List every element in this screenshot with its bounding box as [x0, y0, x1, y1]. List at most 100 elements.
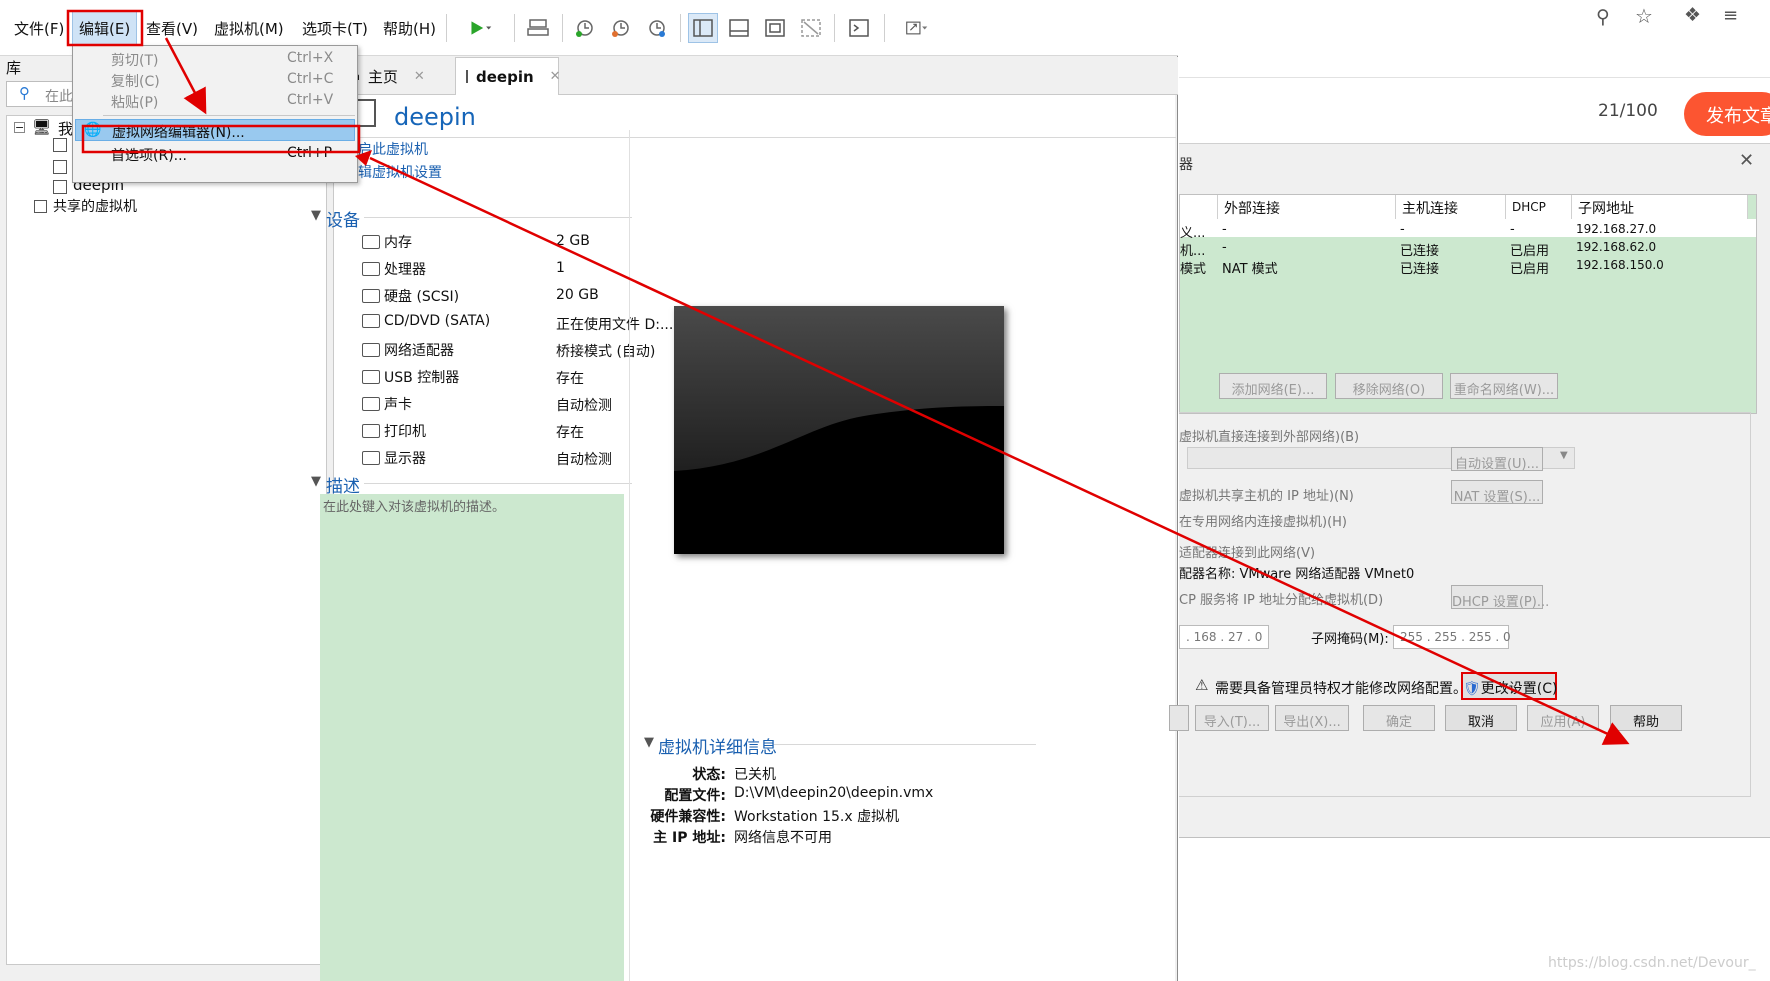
- send-keys-button[interactable]: [523, 13, 553, 43]
- device-name: 硬盘 (SCSI): [384, 289, 460, 305]
- fullscreen-button[interactable]: [760, 13, 790, 43]
- tree-shared-vms[interactable]: 共享的虚拟机: [53, 196, 137, 216]
- bookmark-star-icon[interactable]: ☆: [1635, 4, 1653, 28]
- add-network-button[interactable]: 添加网络(E)...: [1219, 373, 1327, 399]
- menu-item-copy[interactable]: 复制(C) Ctrl+C: [73, 69, 357, 91]
- menu-view[interactable]: 查看(V): [146, 18, 198, 39]
- divider: [334, 137, 1176, 138]
- table-row[interactable]: 义... - - -192.168.27.0: [1180, 221, 1756, 241]
- device-4[interactable]: 网络适配器: [362, 340, 454, 360]
- restore-defaults-button[interactable]: [1169, 705, 1189, 731]
- device-value: 桥接模式 (自动): [556, 344, 656, 360]
- show-library-button[interactable]: [688, 13, 718, 43]
- watermark: https://blog.csdn.net/Devour_: [1548, 955, 1756, 971]
- connect-adapter-checkbox-label[interactable]: 适配器连接到此网络(V): [1179, 542, 1315, 561]
- description-textarea[interactable]: 在此处键入对该虚拟机的描述。: [320, 494, 624, 981]
- device-name: CD/DVD (SATA): [384, 313, 491, 329]
- change-settings-button[interactable]: 🛡更改设置(C): [1461, 672, 1557, 700]
- table-row[interactable]: 模式 NAT 模式 已连接 已启用 192.168.150.0: [1180, 257, 1756, 277]
- hostonly-radio-label[interactable]: 在专用网络内连接虚拟机)(H): [1179, 511, 1347, 530]
- collapse-arrow-icon[interactable]: ▼: [644, 735, 654, 750]
- rename-network-button[interactable]: 重命名网络(W)...: [1450, 373, 1558, 399]
- remove-network-button[interactable]: 移除网络(O): [1335, 373, 1443, 399]
- extensions-icon[interactable]: ❖: [1684, 4, 1701, 26]
- menu-vm[interactable]: 虚拟机(M): [214, 18, 284, 39]
- bridged-radio-label[interactable]: 虚拟机直接连接到外部网络)(B): [1179, 426, 1359, 445]
- device-value: 正在使用文件 D:...: [556, 317, 674, 333]
- menu-item-preferences[interactable]: 首选项(R)... Ctrl+P: [73, 143, 357, 165]
- close-icon[interactable]: ✕: [1739, 150, 1754, 171]
- console-button[interactable]: [844, 13, 874, 43]
- tab-deepin[interactable]: deepin ✕: [455, 57, 561, 95]
- expand-toggle-icon[interactable]: −: [14, 122, 25, 133]
- subnet-mask-input[interactable]: 255 . 255 . 255 . 0: [1393, 625, 1511, 649]
- library-panel: 库 ⚲ 在此 − 🖥 我 deepin 共享的虚拟机: [0, 57, 332, 981]
- import-button[interactable]: 导入(T)...: [1195, 705, 1269, 731]
- menu-edit[interactable]: 编辑(E): [72, 11, 138, 46]
- change-settings-label: 更改设置(C): [1480, 681, 1558, 697]
- revert-snapshot-button[interactable]: [606, 13, 636, 43]
- nat-settings-button[interactable]: NAT 设置(S)...: [1451, 480, 1543, 505]
- auto-settings-button[interactable]: 自动设置(U)...: [1451, 447, 1543, 472]
- menu-file[interactable]: 文件(F): [14, 18, 64, 39]
- vm-preview-thumbnail[interactable]: [674, 306, 1004, 554]
- zoom-icon[interactable]: ⚲: [1596, 6, 1610, 28]
- menu-item-shortcut: Ctrl+X: [287, 50, 334, 66]
- editor-header-bar: 21/100 发布文章: [1179, 79, 1770, 143]
- vm-icon: [53, 180, 67, 194]
- device-3[interactable]: CD/DVD (SATA): [362, 313, 490, 329]
- menu-item-paste[interactable]: 粘贴(P) Ctrl+V: [73, 90, 357, 112]
- search-icon: ⚲: [19, 84, 30, 102]
- table-cell-host: -: [1400, 222, 1405, 237]
- device-1[interactable]: 处理器: [362, 259, 426, 279]
- stretch-button[interactable]: [894, 13, 940, 43]
- device-6[interactable]: 声卡: [362, 394, 412, 414]
- thumbnail-bar-button[interactable]: [724, 13, 754, 43]
- device-0[interactable]: 内存: [362, 232, 412, 252]
- menu-tabs[interactable]: 选项卡(T): [302, 18, 368, 39]
- table-cell-subnet: 192.168.27.0: [1576, 222, 1657, 236]
- toolbar-separator: [680, 14, 681, 42]
- cancel-button[interactable]: 取消: [1445, 705, 1517, 731]
- divider: [774, 744, 1036, 745]
- dhcp-settings-button[interactable]: DHCP 设置(P)...: [1451, 585, 1549, 610]
- edit-settings-link[interactable]: 编辑虚拟机设置: [344, 162, 442, 182]
- menu-item-cut[interactable]: 剪切(T) Ctrl+X: [73, 48, 357, 70]
- device-7[interactable]: 打印机: [362, 421, 426, 441]
- unity-button[interactable]: [796, 13, 826, 43]
- menu-item-shortcut: Ctrl+V: [287, 92, 334, 108]
- device-5[interactable]: USB 控制器: [362, 367, 459, 387]
- snapshot-manager-button[interactable]: [642, 13, 672, 43]
- description-placeholder: 在此处键入对该虚拟机的描述。: [323, 500, 506, 515]
- menu-help[interactable]: 帮助(H): [383, 18, 436, 39]
- ok-button[interactable]: 确定: [1363, 705, 1435, 731]
- stretch-icon: [906, 21, 928, 35]
- nat-radio-label[interactable]: 虚拟机共享主机的 IP 地址)(N): [1179, 485, 1354, 504]
- table-row[interactable]: 机... - 已连接 已启用 192.168.62.0: [1180, 239, 1756, 259]
- close-icon[interactable]: ✕: [414, 69, 425, 84]
- reading-list-icon[interactable]: ≡: [1723, 5, 1738, 26]
- subnet-ip-input[interactable]: . 168 . 27 . 0: [1179, 625, 1269, 649]
- play-button[interactable]: [458, 13, 504, 43]
- snapshot-button[interactable]: [570, 13, 600, 43]
- menu-item-virtual-network-editor[interactable]: 🌐 虚拟网络编辑器(N)...: [75, 119, 355, 141]
- menu-item-label: 首选项(R)...: [111, 148, 188, 164]
- help-button[interactable]: 帮助: [1610, 705, 1682, 731]
- collapse-arrow-icon[interactable]: ▼: [311, 208, 321, 223]
- divider: [364, 483, 632, 484]
- usb-icon: [362, 370, 380, 384]
- device-8[interactable]: 显示器: [362, 448, 426, 468]
- vm-icon: [53, 138, 67, 152]
- collapse-arrow-icon[interactable]: ▼: [311, 474, 321, 489]
- dhcp-checkbox-label[interactable]: CP 服务将 IP 地址分配给虚拟机(D): [1179, 589, 1383, 608]
- export-button[interactable]: 导出(X)...: [1275, 705, 1349, 731]
- close-icon[interactable]: ✕: [550, 69, 561, 84]
- device-2[interactable]: 硬盘 (SCSI): [362, 286, 459, 306]
- menu-item-shortcut: Ctrl+C: [287, 71, 334, 87]
- tab-bar: ⌂ 主页 ✕ deepin ✕: [333, 57, 1178, 95]
- menu-item-shortcut: Ctrl+P: [287, 145, 333, 161]
- tree-my-computer[interactable]: 我: [58, 118, 73, 139]
- publish-button[interactable]: 发布文章: [1684, 92, 1770, 136]
- device-value: 存在: [556, 425, 584, 441]
- apply-button[interactable]: 应用(A): [1527, 705, 1599, 731]
